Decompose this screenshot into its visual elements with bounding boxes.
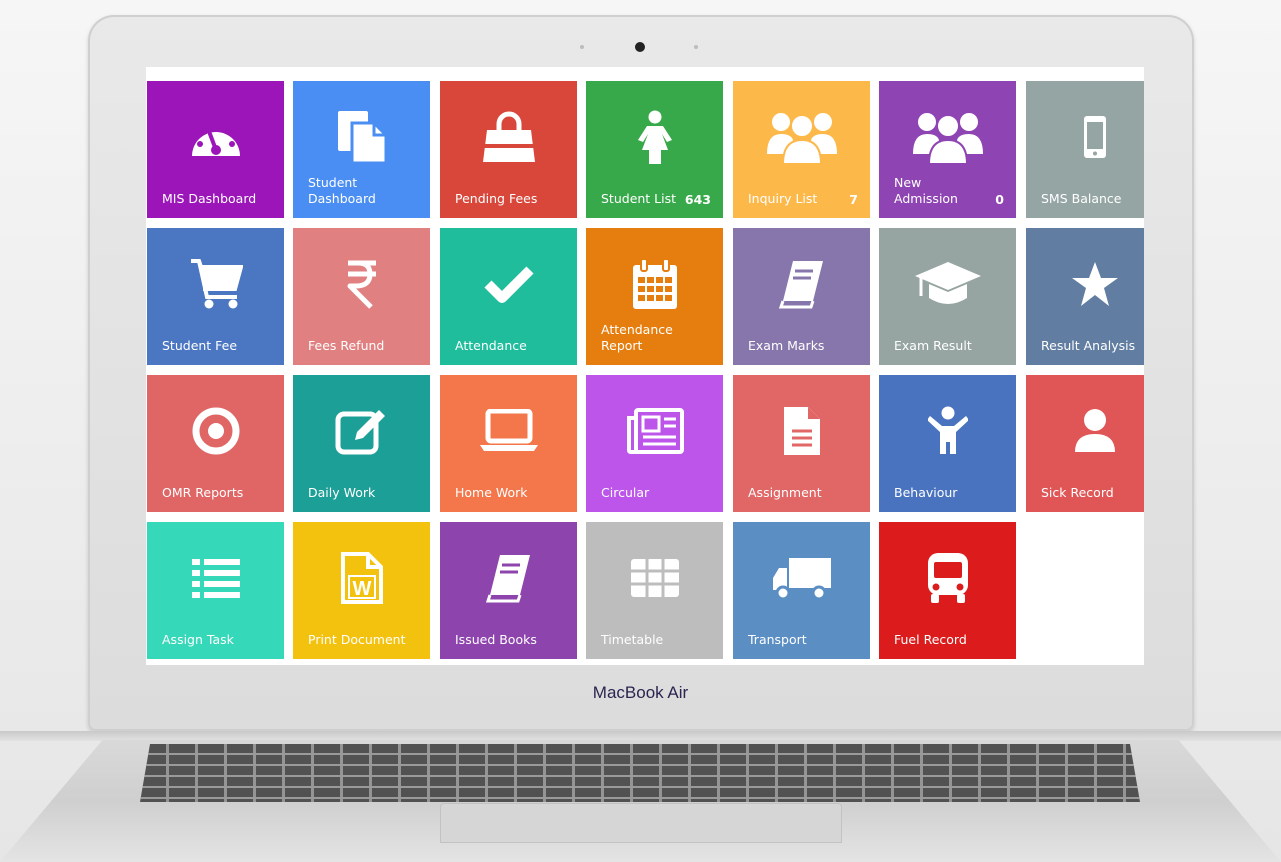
- group-icon: [879, 107, 1016, 167]
- bus-icon: [879, 548, 1016, 608]
- svg-text:W: W: [352, 578, 371, 600]
- newspaper-icon: [586, 401, 723, 461]
- tile-count-badge: 643: [684, 192, 711, 207]
- tile-label: Student List: [601, 191, 677, 206]
- tile-label: New Admission: [894, 175, 958, 206]
- word-file-icon: W: [293, 548, 430, 608]
- tile-inquiry-list[interactable]: Inquiry List 7: [733, 81, 870, 218]
- tile-label: Assign Task: [162, 632, 234, 647]
- documents-icon: [293, 107, 430, 167]
- female-icon: [586, 107, 723, 167]
- mobile-icon: [1026, 107, 1144, 167]
- tile-label: Attendance: [455, 338, 527, 353]
- users-icon: [733, 107, 870, 167]
- tile-label: Sick Record: [1041, 485, 1114, 500]
- tile-label: Student Fee: [162, 338, 238, 353]
- star-icon: [1026, 254, 1144, 314]
- check-icon: [440, 254, 577, 314]
- cart-icon: [147, 254, 284, 314]
- tile-count-badge: 0: [995, 192, 1004, 207]
- tile-count-badge: 7: [849, 192, 858, 207]
- rupee-icon: [293, 254, 430, 314]
- tile-student-dashboard[interactable]: Student Dashboard: [293, 81, 430, 218]
- tile-exam-marks[interactable]: Exam Marks: [733, 228, 870, 365]
- camera-dot: [694, 45, 698, 49]
- tile-assignment[interactable]: Assignment: [733, 375, 870, 512]
- laptop-icon: [440, 401, 577, 461]
- tile-label: Pending Fees: [455, 191, 538, 206]
- tile-fees-refund[interactable]: Fees Refund: [293, 228, 430, 365]
- keyboard-rows: [140, 744, 1140, 802]
- tile-label: Exam Result: [894, 338, 972, 353]
- tile-label: Print Document: [308, 632, 406, 647]
- tile-label: Exam Marks: [748, 338, 825, 353]
- tile-fuel-record[interactable]: Fuel Record: [879, 522, 1016, 659]
- tile-label: OMR Reports: [162, 485, 244, 500]
- tile-circular[interactable]: Circular: [586, 375, 723, 512]
- tile-label: Attendance Report: [601, 322, 673, 353]
- camera-dot: [580, 45, 584, 49]
- tile-print-document[interactable]: W Print Document: [293, 522, 430, 659]
- graduation-cap-icon: [879, 254, 1016, 314]
- book-icon: [440, 548, 577, 608]
- tile-mis-dashboard[interactable]: MIS Dashboard: [147, 81, 284, 218]
- target-icon: [147, 401, 284, 461]
- tile-label: Home Work: [455, 485, 528, 500]
- tile-home-work[interactable]: Home Work: [440, 375, 577, 512]
- book-icon: [733, 254, 870, 314]
- file-text-icon: [733, 401, 870, 461]
- tile-label: Transport: [748, 632, 807, 647]
- tile-label: Assignment: [748, 485, 822, 500]
- dashboard-screen: MIS Dashboard Student Dashboard Pending Fe…: [146, 67, 1144, 665]
- tile-result-analysis[interactable]: Result Analysis: [1026, 228, 1144, 365]
- brand-label: MacBook Air: [592, 683, 689, 702]
- tile-omr-reports[interactable]: OMR Reports: [147, 375, 284, 512]
- shopping-bag-icon: [440, 107, 577, 167]
- tile-student-list[interactable]: Student List 643: [586, 81, 723, 218]
- tile-student-fee[interactable]: Student Fee: [147, 228, 284, 365]
- tile-sms-balance[interactable]: SMS Balance: [1026, 81, 1144, 218]
- table-icon: [586, 548, 723, 608]
- tile-label: Student Dashboard: [308, 175, 376, 206]
- tile-issued-books[interactable]: Issued Books: [440, 522, 577, 659]
- child-icon: [879, 401, 1016, 461]
- tile-daily-work[interactable]: Daily Work: [293, 375, 430, 512]
- tile-label: Issued Books: [455, 632, 537, 647]
- laptop-hinge: [0, 731, 1281, 741]
- truck-icon: [733, 548, 870, 608]
- edit-icon: [293, 401, 430, 461]
- tile-timetable[interactable]: Timetable: [586, 522, 723, 659]
- list-icon: [147, 548, 284, 608]
- gauge-icon: [147, 107, 284, 167]
- tile-sick-record[interactable]: Sick Record: [1026, 375, 1144, 512]
- tile-label: SMS Balance: [1041, 191, 1122, 206]
- tile-exam-result[interactable]: Exam Result: [879, 228, 1016, 365]
- tile-assign-task[interactable]: Assign Task: [147, 522, 284, 659]
- tile-label: Behaviour: [894, 485, 958, 500]
- tile-attendance-report[interactable]: Attendance Report: [586, 228, 723, 365]
- tile-behaviour[interactable]: Behaviour: [879, 375, 1016, 512]
- calendar-icon: [586, 254, 723, 314]
- tile-label: Fees Refund: [308, 338, 385, 353]
- trackpad: [440, 803, 842, 843]
- tile-label: MIS Dashboard: [162, 191, 257, 206]
- tile-attendance[interactable]: Attendance: [440, 228, 577, 365]
- tile-new-admission[interactable]: New Admission 0: [879, 81, 1016, 218]
- tile-transport[interactable]: Transport: [733, 522, 870, 659]
- user-icon: [1026, 401, 1144, 461]
- tile-label: Timetable: [601, 632, 664, 647]
- camera-icon: [635, 42, 645, 52]
- tile-label: Fuel Record: [894, 632, 967, 647]
- tile-label: Inquiry List: [748, 191, 818, 206]
- tile-pending-fees[interactable]: Pending Fees: [440, 81, 577, 218]
- tile-label: Circular: [601, 485, 650, 500]
- tile-label: Daily Work: [308, 485, 376, 500]
- tile-label: Result Analysis: [1041, 338, 1136, 353]
